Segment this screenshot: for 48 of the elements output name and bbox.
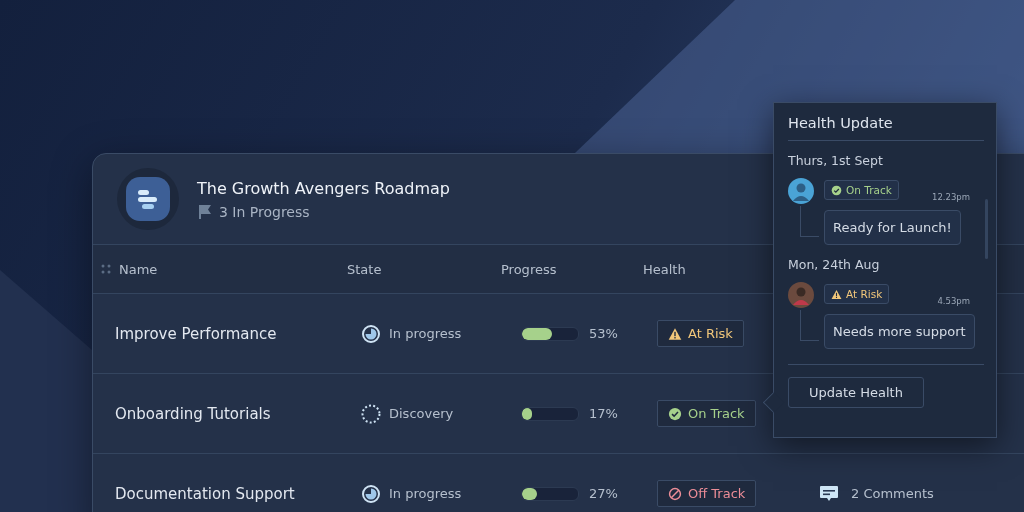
item-name: Documentation Support — [115, 484, 295, 503]
comment-count[interactable]: 2 Comments — [851, 486, 934, 501]
progress-percent: 17% — [589, 406, 618, 421]
progress-percent: 27% — [589, 486, 618, 501]
warning-icon — [831, 288, 842, 300]
state-label: In progress — [389, 486, 462, 501]
logo-icon — [125, 176, 171, 222]
update-health-button[interactable]: Update Health — [788, 377, 924, 408]
column-header: Name — [119, 261, 158, 277]
item-name: Improve Performance — [115, 324, 277, 343]
entry-time: 12.23pm — [932, 192, 970, 202]
entry-date: Thurs, 1st Sept — [788, 153, 884, 168]
avatar — [788, 282, 814, 308]
check-icon — [831, 184, 842, 196]
popover-title: Health Update — [788, 115, 984, 141]
health-badge[interactable]: On Track — [657, 400, 756, 427]
health-badge[interactable]: Off Track — [657, 480, 757, 507]
update-message: Ready for Launch! — [824, 210, 961, 245]
health-tag: At Risk — [824, 284, 890, 304]
check-icon — [668, 406, 682, 421]
scrollbar[interactable] — [985, 199, 988, 259]
comment-icon — [819, 484, 839, 503]
progress-bar — [521, 326, 579, 341]
progress-circle-icon — [361, 323, 381, 344]
dashed-circle-icon — [361, 403, 381, 424]
flag-icon — [197, 203, 213, 220]
entry-date: Mon, 24th Aug — [788, 257, 881, 272]
status-count: 3 In Progress — [219, 203, 310, 220]
state-label: In progress — [389, 326, 462, 341]
state-label: Discovery — [389, 406, 454, 421]
item-name: Onboarding Tutorials — [115, 404, 271, 423]
blocked-icon — [668, 486, 682, 501]
drag-handle-icon[interactable] — [101, 264, 111, 274]
entry-time: 4.53pm — [937, 296, 970, 306]
health-badge[interactable]: At Risk — [657, 320, 744, 347]
connector-line — [800, 206, 819, 237]
column-header: Progress — [501, 261, 558, 277]
health-tag: On Track — [824, 180, 899, 200]
avatar — [788, 178, 814, 204]
progress-bar — [521, 406, 579, 421]
roadmap-title: The Growth Avengers Roadmap — [197, 178, 450, 198]
progress-bar — [521, 486, 579, 501]
progress-circle-icon — [361, 483, 381, 504]
update-message: Needs more support — [824, 314, 975, 349]
warning-icon — [668, 326, 682, 341]
progress-percent: 53% — [589, 326, 618, 341]
column-header: State — [347, 261, 383, 277]
connector-line — [800, 310, 819, 341]
